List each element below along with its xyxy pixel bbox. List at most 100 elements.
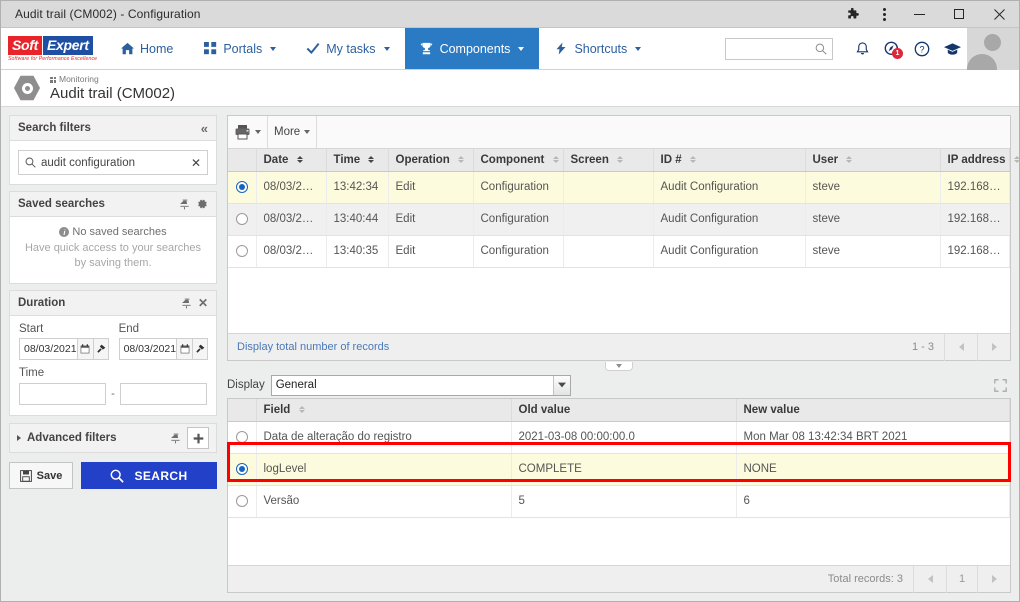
nav-item-my-tasks[interactable]: My tasks (291, 28, 404, 69)
chevron-right-icon (991, 575, 997, 583)
table-row[interactable]: 08/03/2021 13:40:35 Edit Configuration A… (228, 235, 1010, 268)
duration-body: Start 08/03/2021 End 08/03/2021 Time - (10, 316, 216, 415)
collapse-sidebar-icon[interactable]: « (201, 121, 208, 136)
column-label-time: Time (333, 153, 361, 166)
nav-item-home[interactable]: Home (105, 28, 188, 69)
time-row: - (19, 383, 208, 405)
search-filters-header: Search filters « (10, 116, 216, 141)
detail-row-radio[interactable] (235, 494, 248, 507)
check-icon (306, 42, 320, 56)
table-body: 08/03/2021 13:42:34 Edit Configuration A… (228, 171, 1010, 268)
column-header-ip-address[interactable]: IP address (940, 149, 1019, 172)
remove-duration-icon[interactable]: ✕ (198, 296, 208, 310)
notifications-button[interactable] (847, 28, 877, 70)
previous-page-button[interactable] (944, 333, 977, 361)
filter-search-wrap: audit configuration ✕ (10, 141, 216, 184)
column-header-operation[interactable]: Operation (388, 149, 474, 172)
window-menu-icon[interactable] (869, 1, 899, 28)
detail-previous-page-button[interactable] (913, 565, 946, 593)
bolt-icon (554, 42, 568, 56)
sort-icon (368, 156, 375, 164)
chevron-down-icon (270, 46, 277, 51)
table-row[interactable]: 08/03/2021 13:40:44 Edit Configuration A… (228, 203, 1010, 236)
start-date-input[interactable]: 08/03/2021 (19, 338, 77, 360)
detail-row-select-cell[interactable] (228, 421, 257, 454)
panel-splitter[interactable] (227, 361, 1011, 372)
column-header-component[interactable]: Component (473, 149, 564, 172)
pin-icon[interactable] (170, 433, 181, 444)
chevron-down-icon (383, 46, 390, 51)
end-calendar-icon[interactable] (176, 338, 193, 360)
nav-item-components[interactable]: Components (404, 28, 540, 69)
column-header-user[interactable]: User (805, 149, 941, 172)
table-row[interactable]: 08/03/2021 13:42:34 Edit Configuration A… (228, 171, 1010, 204)
detail-row-radio[interactable] (235, 430, 248, 443)
nav-item-portals[interactable]: Portals (188, 28, 291, 69)
minimize-button[interactable] (899, 1, 939, 28)
detail-row[interactable]: Data de alteração do registro 2021-03-08… (228, 421, 1010, 454)
maximize-button[interactable] (939, 1, 979, 28)
expand-icon[interactable] (994, 378, 1007, 392)
save-button[interactable]: Save (9, 462, 73, 489)
cell-user: steve (805, 203, 941, 236)
row-select-cell[interactable] (228, 171, 257, 204)
softexpert-logo[interactable]: Soft Expert Software for Performance Exc… (1, 28, 105, 69)
start-calendar-icon[interactable] (76, 338, 93, 360)
updates-button[interactable]: 1 (877, 28, 907, 70)
detail-column-header-new-value[interactable]: New value (736, 399, 1010, 422)
filter-search-input[interactable]: audit configuration ✕ (18, 150, 208, 175)
global-search-input[interactable] (725, 37, 833, 60)
display-select-value: General (275, 379, 317, 391)
start-label: Start (19, 323, 44, 335)
row-radio[interactable] (235, 180, 248, 193)
pin-icon[interactable] (181, 298, 192, 309)
start-clear-icon[interactable] (92, 338, 109, 360)
detail-row-radio[interactable] (235, 462, 248, 475)
nav-item-shortcuts[interactable]: Shortcuts (539, 28, 656, 69)
gear-hex-icon (13, 74, 41, 102)
logo-soft-text: Soft (8, 35, 43, 55)
end-clear-icon[interactable] (192, 338, 209, 360)
user-avatar[interactable] (967, 27, 1019, 70)
close-button[interactable] (979, 1, 1019, 28)
row-select-cell[interactable] (228, 203, 257, 236)
academy-button[interactable] (937, 28, 967, 70)
end-date-input[interactable]: 08/03/2021 (118, 338, 177, 360)
column-header-screen[interactable]: Screen (563, 149, 654, 172)
extensions-icon[interactable] (839, 1, 869, 28)
time-from-input[interactable] (19, 383, 107, 405)
detail-row[interactable]: logLevel COMPLETE NONE (228, 453, 1010, 486)
nav-label-components: Components (439, 41, 511, 56)
detail-row-select-cell[interactable] (228, 485, 257, 518)
row-radio[interactable] (235, 244, 248, 257)
row-select-cell[interactable] (228, 235, 257, 268)
detail-page-number[interactable]: 1 (946, 565, 977, 593)
row-radio[interactable] (235, 212, 248, 225)
clear-search-icon[interactable]: ✕ (191, 156, 201, 170)
search-button[interactable]: SEARCH (81, 462, 217, 489)
pin-icon[interactable] (179, 199, 190, 210)
add-filter-button[interactable] (187, 427, 209, 449)
column-header-time[interactable]: Time (326, 149, 389, 172)
help-button[interactable]: ? (907, 28, 937, 70)
splitter-handle[interactable] (605, 362, 633, 371)
cell-date: 08/03/2021 (256, 235, 327, 268)
detail-column-header-old-value[interactable]: Old value (511, 399, 737, 422)
more-button[interactable]: More (268, 116, 318, 148)
detail-pagination: Total records: 3 1 (818, 565, 1010, 593)
column-header-id[interactable]: ID # (653, 149, 806, 172)
column-header-date[interactable]: Date (256, 149, 327, 172)
advanced-filters-row[interactable]: Advanced filters (9, 423, 217, 453)
bell-icon (855, 41, 869, 54)
detail-column-header-field[interactable]: Field (256, 399, 512, 422)
detail-row[interactable]: Versão 5 6 (228, 485, 1010, 518)
display-total-records-link[interactable]: Display total number of records (237, 341, 389, 353)
detail-next-page-button[interactable] (977, 565, 1010, 593)
detail-row-select-cell[interactable] (228, 453, 257, 486)
time-to-input[interactable] (119, 383, 208, 405)
print-button[interactable] (228, 116, 268, 148)
next-page-button[interactable] (977, 333, 1010, 361)
display-select[interactable]: General (270, 374, 571, 396)
cell-screen (563, 235, 654, 268)
gear-icon[interactable] (196, 198, 208, 210)
